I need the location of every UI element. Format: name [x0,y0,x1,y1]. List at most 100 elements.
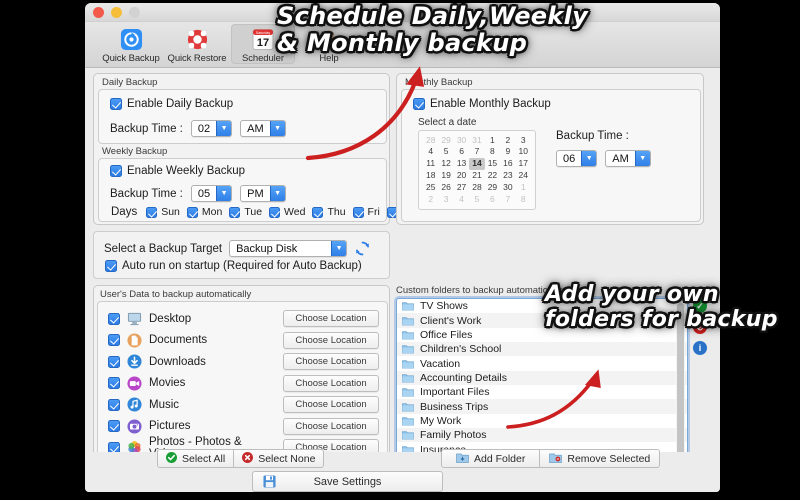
weekday-checkbox-sun[interactable]: Sun [146,206,180,218]
refresh-icon[interactable] [354,240,371,257]
toolbar-item-help[interactable]: Help [297,24,361,64]
weekday-checkbox-thu[interactable]: Thu [312,206,346,218]
calendar-day[interactable]: 5 [438,146,453,158]
calendar-day[interactable]: 12 [438,158,453,170]
list-item[interactable]: Family Photos [397,428,687,443]
calendar-day[interactable]: 28 [469,182,484,194]
close-button[interactable] [93,6,104,18]
calendar-day[interactable]: 17 [516,158,531,170]
calendar-day[interactable]: 1 [485,134,500,146]
list-item[interactable]: Office Files [397,328,687,342]
calendar-day[interactable]: 3 [516,134,531,146]
userdata-checkbox-pictures[interactable] [108,420,120,433]
choose-location-button[interactable]: Choose Location [283,353,379,371]
calendar-day[interactable]: 16 [500,158,515,170]
list-item[interactable]: Business Trips [397,399,687,414]
weekly-backup-panel: Enable Weekly Backup Backup Time : 05 ▼ … [98,158,418,222]
enable-monthly-backup-checkbox[interactable]: Enable Monthly Backup [413,98,551,110]
deny-circle-icon[interactable]: ⊘ [693,320,707,334]
calendar-day[interactable]: 9 [500,146,515,158]
userdata-checkbox-documents[interactable] [108,334,120,347]
userdata-checkbox-desktop[interactable] [108,312,120,325]
select-none-button[interactable]: Select None [234,449,325,468]
choose-location-button[interactable]: Choose Location [283,374,379,392]
calendar-day[interactable]: 25 [423,182,438,194]
checkbox-label: Tue [244,206,263,218]
calendar-day[interactable]: 21 [469,170,484,182]
weekday-checkbox-tue[interactable]: Tue [229,206,262,218]
calendar-day-selected[interactable]: 14 [469,157,485,170]
list-item[interactable]: My Work [397,414,687,428]
folder-icon [402,430,414,440]
choose-location-button[interactable]: Choose Location [283,417,379,435]
list-item[interactable]: TV Shows [397,299,687,313]
enable-daily-backup-checkbox[interactable]: Enable Daily Backup [110,98,233,110]
calendar-day[interactable]: 10 [516,146,531,158]
backup-target-select[interactable]: Backup Disk ▼ [229,240,348,257]
calendar-day[interactable]: 4 [423,146,438,158]
calendar-day[interactable]: 24 [516,170,531,182]
calendar-day[interactable]: 6 [454,146,469,158]
choose-location-button[interactable]: Choose Location [283,396,379,414]
save-settings-button[interactable]: Save Settings [252,471,443,492]
add-folder-button[interactable]: Add Folder [441,449,541,468]
calendar-day[interactable]: 15 [485,158,500,170]
calendar-day[interactable]: 27 [454,182,469,194]
select-all-button[interactable]: Select All [157,449,235,468]
select-date-label: Select a date [418,117,477,128]
calendar-day[interactable]: 30 [500,182,515,194]
info-circle-icon[interactable]: i [693,341,707,355]
userdata-checkbox-music[interactable] [108,398,120,411]
remove-selected-button[interactable]: Remove Selected [540,449,661,468]
calendar-day: 1 [520,182,526,193]
list-item[interactable]: Children's School [397,342,687,357]
zoom-button [129,6,140,18]
calendar-day: 2 [428,194,434,205]
calendar-day[interactable]: 26 [438,182,453,194]
weekly-hour-select[interactable]: 05 ▼ [190,185,233,202]
daily-hour-select[interactable]: 02 ▼ [190,120,233,137]
calendar-day[interactable]: 8 [485,146,500,158]
calendar-day[interactable]: 20 [454,170,469,182]
select-segment-group: Select All Select None [157,449,325,468]
list-item[interactable]: Vacation [397,356,687,370]
userdata-checkbox-movies[interactable] [108,377,120,390]
check-circle-icon[interactable]: ✓ [693,299,707,313]
weekly-meridiem-select[interactable]: PM ▼ [240,185,286,202]
list-item[interactable]: Client's Work [397,313,687,328]
calendar-day[interactable]: 2 [500,134,515,146]
calendar-day[interactable]: 23 [500,170,515,182]
toolbar-item-quick-backup[interactable]: Quick Backup [99,24,163,64]
calendar-day[interactable]: 7 [469,146,484,158]
userdata-checkbox-downloads[interactable] [108,355,120,368]
table-row: Desktop Choose Location [108,308,379,330]
choose-location-button[interactable]: Choose Location [283,331,379,349]
choose-location-button[interactable]: Choose Location [283,310,379,328]
monthly-calendar[interactable]: 28 29 30 31 1 2 3 4 5 6 7 8 9 10 11 12 13 14 15 16 17 18 19 20 2… [418,130,536,210]
list-item[interactable]: Accounting Details [397,370,687,386]
calendar-day[interactable]: 29 [485,182,500,194]
toolbar-item-scheduler[interactable]: Saturday 17 Scheduler [231,24,295,64]
calendar-day[interactable]: 18 [423,170,438,182]
userdata-groupbox: User's Data to backup automatically Desk… [93,285,390,460]
enable-weekly-backup-checkbox[interactable]: Enable Weekly Backup [110,165,245,177]
checkbox-box [186,206,198,218]
list-item[interactable]: Important Files [397,385,687,399]
calendar-day[interactable]: 19 [438,170,453,182]
calendar-day[interactable]: 13 [454,158,469,170]
folder-icon [402,416,414,426]
monthly-hour-select[interactable]: 06 ▼ [556,150,598,167]
calendar-day[interactable]: 22 [485,170,500,182]
weekday-checkbox-fri[interactable]: Fri [352,206,380,218]
calendar-day[interactable]: 11 [423,158,438,170]
weekday-checkbox-wed[interactable]: Wed [269,206,305,218]
daily-meridiem-select[interactable]: AM ▼ [240,120,286,137]
weekday-checkbox-mon[interactable]: Mon [186,206,222,218]
minimize-button[interactable] [111,6,122,18]
toolbar-item-quick-restore[interactable]: Quick Restore [165,24,229,64]
auto-run-startup-checkbox[interactable]: Auto run on startup (Required for Auto B… [105,260,362,272]
userdata-group-label: User's Data to backup automatically [100,289,252,300]
monthly-meridiem-select[interactable]: AM ▼ [605,150,651,167]
calendar-icon: Saturday 17 [252,26,274,52]
button-label: Remove Selected [567,452,651,465]
